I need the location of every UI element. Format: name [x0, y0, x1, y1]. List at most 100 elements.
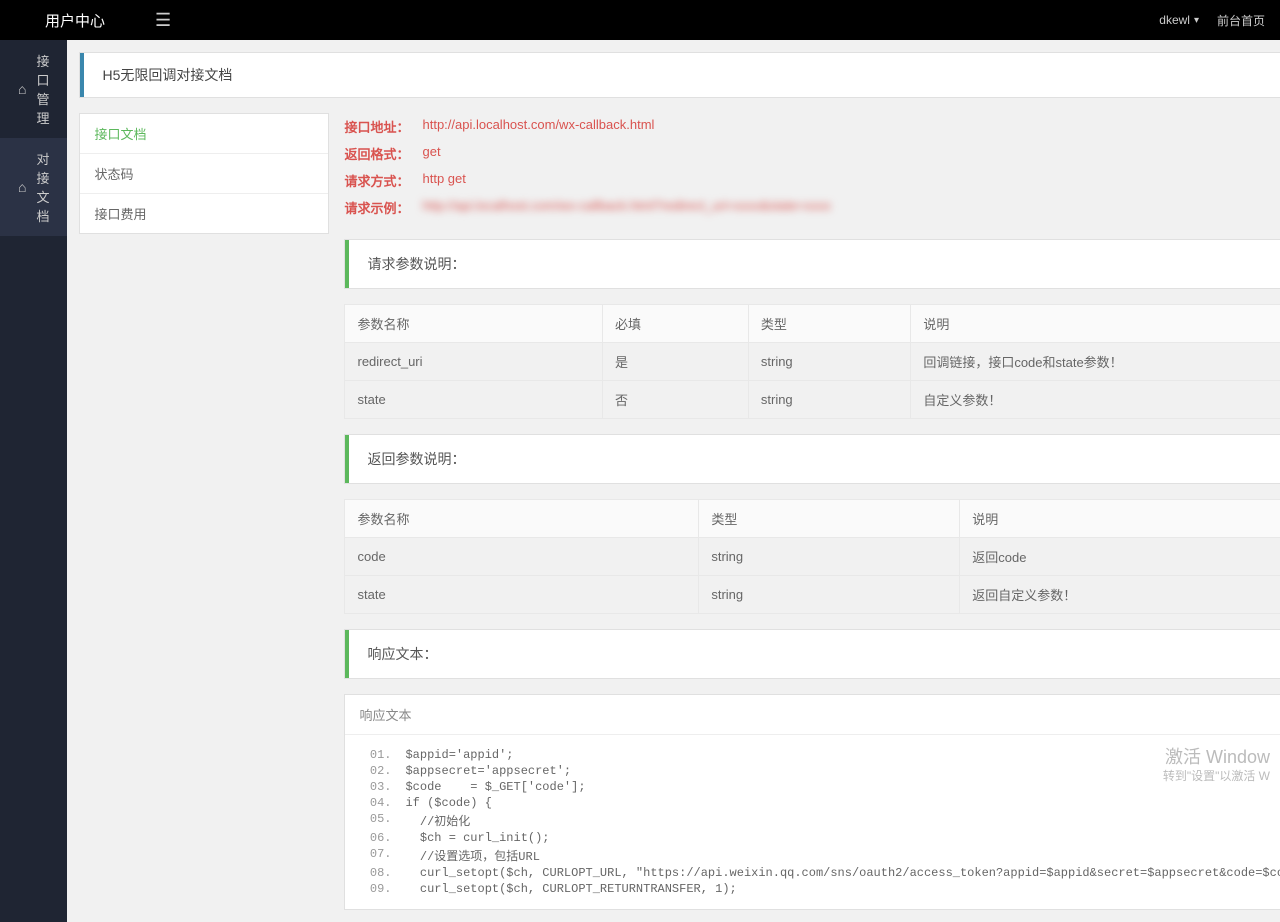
code-line: 06. $ch = curl_init();: [361, 830, 1280, 846]
line-content: $appsecret='appsecret';: [405, 764, 571, 778]
sidebar-item-docs[interactable]: ⌂ 对接文档: [0, 138, 67, 236]
line-number: 09.: [361, 882, 391, 896]
logo: 用户中心: [15, 10, 135, 31]
th-type: 类型: [748, 305, 910, 343]
info-label: 请求方式：: [344, 171, 422, 190]
line-content: $appid='appid';: [405, 748, 513, 762]
td: 返回自定义参数！: [960, 576, 1280, 614]
td: 返回code: [960, 538, 1280, 576]
topbar-left: 用户中心 ☰: [15, 10, 171, 31]
page-title: H5无限回调对接文档: [80, 53, 1280, 97]
code-line: 01. $appid='appid';: [361, 747, 1280, 763]
info-label: 接口地址：: [344, 117, 422, 136]
code-block: 01. $appid='appid'; 02. $appsecret='appsecr…: [345, 735, 1280, 909]
content-area: 接口地址： http://api.localhost.com/wx-callba…: [344, 113, 1280, 910]
menu-toggle-icon[interactable]: ☰: [155, 10, 171, 31]
info-value: http://api.localhost.com/wx-callback.htm…: [422, 117, 654, 136]
line-number: 01.: [361, 748, 391, 762]
code-line: 05. //初始化: [361, 811, 1280, 830]
info-row-url: 接口地址： http://api.localhost.com/wx-callba…: [344, 113, 1280, 140]
line-content: curl_setopt($ch, CURLOPT_RETURNTRANSFER,…: [405, 882, 736, 896]
td: 自定义参数！: [911, 381, 1280, 419]
topbar: 用户中心 ☰ dkewl ▾ 前台首页: [0, 0, 1280, 40]
line-number: 02.: [361, 764, 391, 778]
line-content: if ($code) {: [405, 796, 491, 810]
code-header: 响应文本 code: [345, 695, 1280, 735]
sidebar-item-label: 对接文档: [36, 149, 49, 225]
main-content: H5无限回调对接文档 接口文档 状态码 接口费用 接口地址： http://ap…: [67, 40, 1280, 922]
table-row: code string 返回code: [345, 538, 1280, 576]
home-icon: ⌂: [18, 179, 26, 195]
line-content: $ch = curl_init();: [405, 831, 549, 845]
code-line: 07. //设置选项，包括URL: [361, 846, 1280, 865]
th-desc: 说明: [960, 500, 1280, 538]
td: redirect_uri: [345, 343, 602, 381]
info-label: 请求示例：: [344, 198, 422, 217]
tab-api-fees[interactable]: 接口费用: [80, 194, 328, 233]
tab-status-codes[interactable]: 状态码: [80, 154, 328, 194]
td: state: [345, 381, 602, 419]
home-icon: ⌂: [18, 81, 26, 97]
td: string: [699, 538, 960, 576]
th-name: 参数名称: [345, 500, 699, 538]
line-content: $code = $_GET['code'];: [405, 780, 585, 794]
request-params-table: 参数名称 必填 类型 说明 redirect_uri 是 string 回调链接…: [344, 304, 1280, 419]
sidebar: ⌂ 接口管理 ⌂ 对接文档: [0, 40, 67, 922]
line-number: 04.: [361, 796, 391, 810]
code-panel-title: 响应文本: [359, 705, 411, 724]
section-header: 返回参数说明：: [345, 435, 1280, 483]
sidebar-item-label: 接口管理: [36, 51, 49, 127]
response-text-section: 响应文本：: [344, 629, 1280, 679]
container: ⌂ 接口管理 ⌂ 对接文档 H5无限回调对接文档 接口文档 状态码 接口费用 接…: [0, 40, 1280, 922]
code-line: 04. if ($code) {: [361, 795, 1280, 811]
info-label: 返回格式：: [344, 144, 422, 163]
info-value: http://api.localhost.com/wx-callback.htm…: [422, 198, 830, 217]
tab-api-docs[interactable]: 接口文档: [80, 114, 328, 154]
td: 是: [602, 343, 748, 381]
td: code: [345, 538, 699, 576]
line-number: 08.: [361, 866, 391, 880]
user-dropdown[interactable]: dkewl ▾: [1159, 13, 1199, 27]
code-panel: 响应文本 code 01. $appid='appid'; 02. $appsecre…: [344, 694, 1280, 910]
line-number: 06.: [361, 831, 391, 845]
info-row-format: 返回格式： get: [344, 140, 1280, 167]
th-type: 类型: [699, 500, 960, 538]
response-params-table: 参数名称 类型 说明 code string 返回code state: [344, 499, 1280, 614]
code-line: 02. $appsecret='appsecret';: [361, 763, 1280, 779]
info-row-example: 请求示例： http://api.localhost.com/wx-callba…: [344, 194, 1280, 221]
td: 回调链接，接口code和state参数！: [911, 343, 1280, 381]
line-content: //初始化: [405, 812, 470, 829]
page-title-panel: H5无限回调对接文档: [79, 52, 1280, 98]
table-row: state 否 string 自定义参数！: [345, 381, 1280, 419]
sidebar-item-api-management[interactable]: ⌂ 接口管理: [0, 40, 67, 138]
table-row: state string 返回自定义参数！: [345, 576, 1280, 614]
td: string: [748, 343, 910, 381]
section-header: 响应文本：: [345, 630, 1280, 678]
code-line: 03. $code = $_GET['code'];: [361, 779, 1280, 795]
topbar-right: dkewl ▾ 前台首页: [1159, 12, 1265, 29]
chevron-down-icon: ▾: [1194, 15, 1199, 26]
table-row: redirect_uri 是 string 回调链接，接口code和state参…: [345, 343, 1280, 381]
code-line: 08. curl_setopt($ch, CURLOPT_URL, "https…: [361, 865, 1280, 881]
api-info-list: 接口地址： http://api.localhost.com/wx-callba…: [344, 113, 1280, 221]
username-label: dkewl: [1159, 13, 1190, 27]
td: 否: [602, 381, 748, 419]
table-header-row: 参数名称 类型 说明: [345, 500, 1280, 538]
th-desc: 说明: [911, 305, 1280, 343]
line-number: 05.: [361, 812, 391, 829]
response-params-section: 返回参数说明：: [344, 434, 1280, 484]
side-tabs: 接口文档 状态码 接口费用: [79, 113, 329, 234]
line-number: 07.: [361, 847, 391, 864]
line-number: 03.: [361, 780, 391, 794]
th-required: 必填: [602, 305, 748, 343]
content-row: 接口文档 状态码 接口费用 接口地址： http://api.localhost…: [79, 113, 1280, 910]
request-params-section: 请求参数说明：: [344, 239, 1280, 289]
info-row-method: 请求方式： http get: [344, 167, 1280, 194]
section-header: 请求参数说明：: [345, 240, 1280, 288]
line-content: curl_setopt($ch, CURLOPT_URL, "https://a…: [405, 866, 1280, 880]
table-header-row: 参数名称 必填 类型 说明: [345, 305, 1280, 343]
front-home-link[interactable]: 前台首页: [1217, 12, 1265, 29]
info-value: http get: [422, 171, 465, 190]
th-name: 参数名称: [345, 305, 602, 343]
td: string: [699, 576, 960, 614]
